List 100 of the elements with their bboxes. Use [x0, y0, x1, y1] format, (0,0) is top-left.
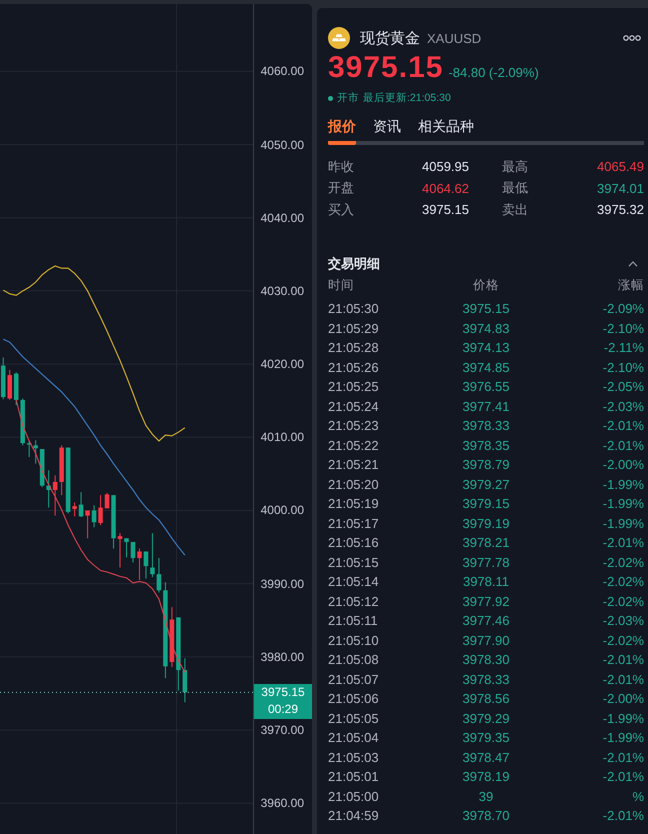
- trade-price: 3976.55: [462, 379, 510, 396]
- instrument-name: 现货黄金: [360, 28, 420, 48]
- tab[interactable]: 相关品种: [418, 117, 474, 145]
- candle: [182, 658, 188, 703]
- trade-time: 21:05:03: [328, 750, 379, 766]
- trade-time: 21:05:07: [328, 672, 379, 688]
- trade-change: -2.03%: [602, 613, 644, 630]
- column-header: 价格: [472, 277, 499, 294]
- stat-label: 最低: [502, 179, 528, 198]
- trade-time: 21:05:08: [328, 652, 379, 668]
- trade-time: 21:05:20: [328, 476, 379, 493]
- candle: [72, 502, 77, 517]
- trade-price: 3979.35: [462, 730, 510, 746]
- candle: [85, 510, 90, 539]
- tab[interactable]: 资讯: [373, 117, 401, 145]
- price-axis-label: 4020.00: [260, 356, 304, 372]
- last-update-time: 最后更新:21:05:30: [363, 91, 451, 105]
- trade-time: 21:05:05: [328, 710, 379, 727]
- trade-change: -2.03%: [602, 398, 644, 415]
- trade-change: -2.01%: [602, 535, 644, 552]
- trade-change: -2.02%: [602, 554, 644, 571]
- trade-change: -2.01%: [602, 652, 644, 668]
- last-price-label: 3975.15: [261, 684, 305, 702]
- price-axis-label: 4010.00: [260, 429, 304, 446]
- candle: [46, 470, 51, 508]
- candle: [78, 492, 84, 518]
- candle: [104, 492, 110, 509]
- price-axis-label: 3970.00: [260, 722, 304, 738]
- market-status: 开市: [337, 91, 359, 105]
- trade-time: 21:05:06: [328, 691, 379, 708]
- trade-change: -2.01%: [602, 672, 644, 688]
- trade-change: -2.00%: [602, 691, 644, 708]
- trade-price: 3977.90: [462, 632, 510, 649]
- stat-label: 昨收: [328, 158, 354, 176]
- chevron-up-icon[interactable]: [628, 260, 638, 266]
- last-price: 3975.15: [328, 52, 444, 84]
- trade-price: 3978.56: [462, 691, 510, 708]
- stat-label: 开盘: [328, 179, 354, 198]
- trade-change: -2.01%: [602, 438, 644, 454]
- trade-time: 21:04:59: [328, 808, 379, 824]
- trade-change: -2.01%: [602, 750, 644, 766]
- countdown-label: 00:29: [268, 701, 298, 718]
- candle: [111, 494, 116, 550]
- trade-change: -1.99%: [602, 516, 644, 532]
- tab[interactable]: 报价: [328, 117, 356, 145]
- candle: [124, 538, 129, 558]
- trade-time: 21:05:23: [328, 418, 379, 434]
- candle: [137, 548, 142, 581]
- candle: [20, 398, 25, 446]
- price-axis-label: 4000.00: [260, 502, 304, 518]
- trade-price: 3978.33: [462, 672, 510, 688]
- trade-time: 21:05:14: [328, 574, 379, 590]
- price-axis-label: 3960.00: [260, 795, 304, 812]
- trade-change: -2.09%: [602, 301, 644, 318]
- trade-change: %: [632, 788, 644, 805]
- trade-change: -2.02%: [602, 574, 644, 590]
- price-change: -84.80 (-2.09%): [448, 65, 539, 80]
- trade-change: -2.10%: [602, 320, 644, 337]
- trade-change: -2.11%: [604, 340, 644, 356]
- trade-change: -2.01%: [602, 418, 644, 434]
- column-header: 涨幅: [618, 277, 644, 294]
- stat-value: 3975.32: [597, 202, 644, 218]
- trade-price: 3979.15: [462, 496, 510, 512]
- trade-time: 21:05:19: [328, 496, 379, 512]
- stat-label: 卖出: [502, 200, 528, 219]
- trade-price: 3977.92: [462, 594, 510, 610]
- trade-change: -2.02%: [602, 594, 644, 610]
- trade-change: -2.00%: [602, 457, 644, 474]
- instrument-symbol: XAUUSD: [427, 30, 482, 46]
- more-icon[interactable]: [623, 35, 641, 41]
- trade-price: 3974.83: [462, 320, 510, 337]
- price-axis-label: 3990.00: [260, 576, 304, 592]
- trade-price: 3978.30: [462, 652, 510, 668]
- candle: [130, 541, 136, 563]
- candle: [98, 494, 103, 526]
- trade-time: 21:05:25: [328, 379, 379, 396]
- price-axis-label: 3980.00: [260, 648, 304, 665]
- trade-time: 21:05:04: [328, 730, 379, 746]
- candle: [150, 532, 155, 578]
- trade-change: -1.99%: [602, 496, 644, 512]
- trade-price: 3974.13: [462, 340, 510, 356]
- section-title: 交易明细: [328, 254, 380, 272]
- trade-time: 21:05:21: [328, 457, 379, 474]
- candle: [59, 444, 64, 496]
- trade-price: 3978.79: [462, 457, 510, 474]
- trade-price: 3978.11: [462, 574, 509, 590]
- trade-price: 3978.19: [462, 769, 510, 786]
- trade-price: 3979.27: [462, 476, 510, 493]
- trade-time: 21:05:10: [328, 632, 379, 649]
- trade-time: 21:05:28: [328, 340, 379, 356]
- candle: [14, 372, 18, 406]
- stat-value: 4064.62: [422, 180, 469, 196]
- trade-time: 21:05:26: [328, 360, 379, 376]
- candle: [52, 474, 58, 516]
- stat-value: 4059.95: [422, 159, 469, 174]
- trade-time: 21:05:01: [328, 769, 379, 786]
- trade-time: 21:05:12: [328, 594, 379, 610]
- column-header: 时间: [328, 277, 354, 294]
- trade-time: 21:05:11: [328, 613, 378, 630]
- trade-price: 3978.33: [462, 418, 510, 434]
